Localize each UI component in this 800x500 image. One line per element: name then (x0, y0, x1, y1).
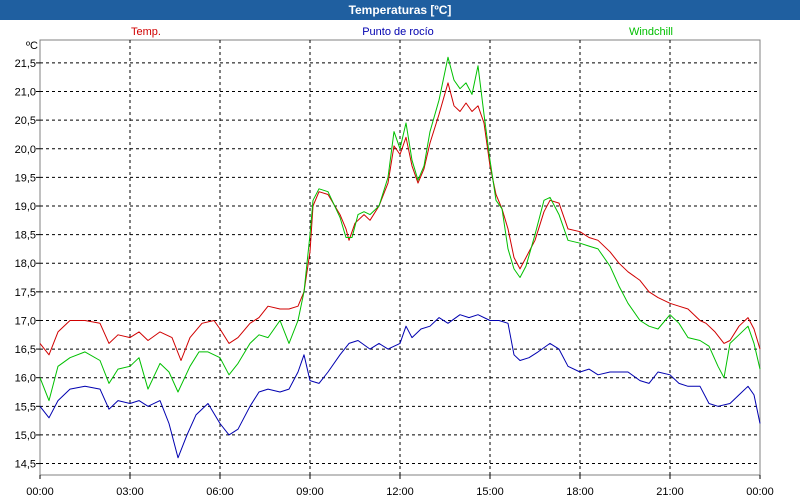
y-tick-label: 19,5 (15, 172, 36, 184)
temperature-chart: Temp. Punto de rocío Windchill ºC 14,5 15… (15, 26, 774, 498)
x-tick-time: 15:00 (476, 486, 504, 498)
y-tick-label: 15,5 (15, 401, 36, 413)
legend-dew-point: Punto de rocío (362, 26, 434, 38)
x-axis-ticks: 00:0026/07/2603:0026/07/2606:0026/07/260… (26, 475, 774, 498)
y-axis-ticks: 14,5 15,0 15,5 16,0 16,5 17,0 17,5 18,0 18,5 19,0… (15, 58, 40, 471)
y-tick-label: 19,0 (15, 201, 36, 213)
y-tick-label: 20,0 (15, 144, 36, 156)
x-tick-time: 06:00 (206, 486, 234, 498)
x-tick-time: 00:00 (746, 486, 774, 498)
y-tick-label: 17,0 (15, 315, 36, 327)
y-tick-label: 16,5 (15, 344, 36, 356)
x-tick-time: 09:00 (296, 486, 324, 498)
y-tick-label: 21,0 (15, 87, 36, 99)
chart-window: Temperaturas [ºC] Temp. Punto de rocío W… (0, 0, 800, 500)
x-tick-time: 12:00 (386, 486, 414, 498)
x-tick-time: 03:00 (116, 486, 144, 498)
chart-title: Temperaturas [ºC] (0, 0, 800, 20)
y-tick-label: 18,0 (15, 258, 36, 270)
y-tick-label: 14,5 (15, 459, 36, 471)
x-tick-time: 18:00 (566, 486, 594, 498)
y-axis-unit: ºC (26, 40, 38, 52)
legend-temp: Temp. (131, 26, 161, 38)
legend-windchill: Windchill (629, 26, 673, 38)
legend: Temp. Punto de rocío Windchill (131, 26, 673, 38)
x-tick-time: 00:00 (26, 486, 54, 498)
y-tick-label: 16,0 (15, 373, 36, 385)
y-tick-label: 18,5 (15, 230, 36, 242)
y-tick-label: 17,5 (15, 287, 36, 299)
y-tick-label: 21,5 (15, 58, 36, 70)
y-tick-label: 20,5 (15, 115, 36, 127)
x-tick-time: 21:00 (656, 486, 684, 498)
y-tick-label: 15,0 (15, 430, 36, 442)
